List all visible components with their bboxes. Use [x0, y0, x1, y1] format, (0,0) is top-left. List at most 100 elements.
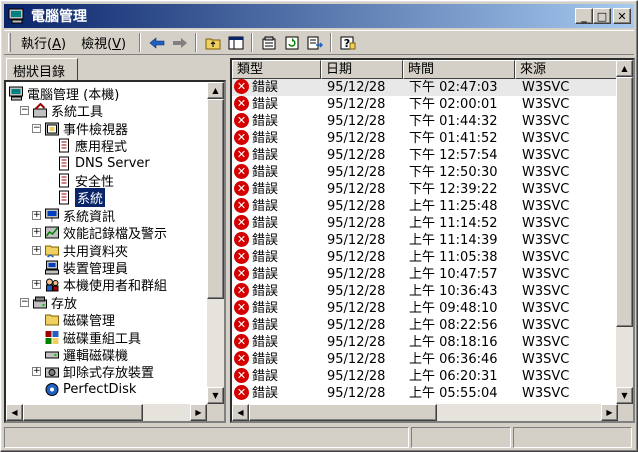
scroll-down-button[interactable]: ▼ — [616, 387, 633, 404]
tree-defragmenter[interactable]: 磁碟重組工具 — [32, 329, 141, 347]
scroll-left-button[interactable]: ◀ — [6, 404, 23, 421]
toolbar-grip[interactable] — [8, 33, 11, 52]
expand-icon[interactable]: + — [32, 367, 41, 377]
tree-logical-drives[interactable]: 邏輯磁碟機 — [32, 346, 128, 364]
table-row[interactable]: ✕ 錯誤 95/12/28 下午 12:57:54 W3SVC — [232, 147, 618, 164]
expand-icon[interactable]: + — [32, 228, 41, 238]
column-header-date[interactable]: 日期 — [321, 60, 403, 79]
tree-system-log[interactable]: 系統 — [44, 188, 106, 208]
tree-application-log[interactable]: 應用程式 — [44, 137, 127, 155]
table-row[interactable]: ✕ 錯誤 95/12/28 上午 10:47:57 W3SVC — [232, 266, 618, 283]
table-row[interactable]: ✕ 錯誤 95/12/28 下午 02:00:01 W3SVC — [232, 96, 618, 113]
table-row[interactable]: ✕ 錯誤 95/12/28 上午 11:14:39 W3SVC — [232, 232, 618, 249]
column-header-type[interactable]: 類型 — [232, 60, 321, 79]
collapse-icon[interactable]: − — [32, 123, 41, 133]
table-row[interactable]: ✕ 錯誤 95/12/28 下午 12:39:22 W3SVC — [232, 181, 618, 198]
table-row[interactable]: ✕ 錯誤 95/12/28 上午 08:22:56 W3SVC — [232, 317, 618, 334]
cell-date: 95/12/28 — [327, 318, 386, 333]
table-row[interactable]: ✕ 錯誤 95/12/28 上午 09:48:10 W3SVC — [232, 300, 618, 317]
minimize-button[interactable]: _ — [575, 8, 593, 24]
refresh-icon — [285, 36, 299, 49]
cell-time: 上午 10:47:57 — [409, 267, 498, 282]
scroll-down-button[interactable]: ▼ — [207, 387, 224, 404]
cell-time: 上午 10:36:43 — [409, 284, 498, 299]
scroll-thumb[interactable] — [249, 404, 437, 421]
tree-security-log[interactable]: 安全性 — [44, 172, 114, 190]
column-header-source[interactable]: 來源 — [515, 60, 618, 79]
tree-dns-server-log[interactable]: DNS Server — [44, 155, 150, 172]
tree-horizontal-scrollbar[interactable]: ◀ ▶ — [6, 404, 207, 421]
folder-icon — [45, 314, 59, 326]
scroll-right-button[interactable]: ▶ — [190, 404, 207, 421]
cell-time: 下午 01:41:52 — [409, 131, 498, 146]
tree-system-tools[interactable]: − 系統工具 — [20, 102, 103, 120]
table-row[interactable]: ✕ 錯誤 95/12/28 下午 02:47:03 W3SVC — [232, 79, 618, 96]
scroll-thumb[interactable] — [616, 77, 633, 327]
scroll-down-icon: ▼ — [621, 391, 628, 400]
cell-source: W3SVC — [522, 301, 570, 316]
device-manager-icon — [45, 260, 59, 275]
table-row[interactable]: ✕ 錯誤 95/12/28 上午 06:20:31 W3SVC — [232, 368, 618, 385]
expand-icon[interactable]: + — [32, 280, 41, 290]
export-list-button[interactable] — [303, 32, 326, 54]
table-row[interactable]: ✕ 錯誤 95/12/28 上午 08:18:16 W3SVC — [232, 334, 618, 351]
column-header-time[interactable]: 時間 — [403, 60, 515, 79]
menu-action[interactable]: 執行(A) — [15, 31, 72, 54]
shared-folder-icon — [45, 245, 59, 258]
computer-management-window: 電腦管理 _ □ ✕ 執行(A) 檢視(V) ? 樹狀目錄 電腦管理 (本機) … — [0, 0, 638, 452]
help-button[interactable]: ? — [336, 32, 359, 54]
table-row[interactable]: ✕ 錯誤 95/12/28 上午 05:55:04 W3SVC — [232, 385, 618, 402]
table-row[interactable]: ✕ 錯誤 95/12/28 上午 10:36:43 W3SVC — [232, 283, 618, 300]
tree-vertical-scrollbar[interactable]: ▲ ▼ — [207, 82, 224, 404]
scroll-thumb[interactable] — [207, 99, 224, 299]
show-hide-tree-button[interactable] — [224, 32, 247, 54]
console-tree[interactable]: 電腦管理 (本機) − 系統工具 − 事件檢視器 應用程式 DNS Server 安全性 系統 +… — [4, 80, 226, 423]
tree-perfectdisk[interactable]: PerfectDisk — [32, 381, 136, 398]
cell-time: 上午 06:20:31 — [409, 369, 498, 384]
forward-button[interactable] — [168, 32, 191, 54]
error-icon: ✕ — [234, 147, 249, 162]
table-row[interactable]: ✕ 錯誤 95/12/28 下午 12:50:30 W3SVC — [232, 164, 618, 181]
cell-time: 上午 06:36:46 — [409, 352, 498, 367]
tree-device-manager[interactable]: 裝置管理員 — [32, 259, 128, 277]
tree-local-users[interactable]: + 本機使用者和群組 — [32, 276, 167, 294]
back-button[interactable] — [145, 32, 168, 54]
table-row[interactable]: ✕ 錯誤 95/12/28 下午 01:44:32 W3SVC — [232, 113, 618, 130]
tree-shared-folders[interactable]: + 共用資料夾 — [32, 242, 128, 260]
tree-performance-logs[interactable]: + 效能記錄檔及警示 — [32, 224, 167, 242]
collapse-icon[interactable]: − — [20, 297, 29, 307]
tree-disk-management[interactable]: 磁碟管理 — [32, 311, 115, 329]
error-icon: ✕ — [234, 113, 249, 128]
tree-item-label: 存放 — [51, 296, 78, 312]
tree-computer-management[interactable]: 電腦管理 (本機) — [8, 85, 119, 103]
scroll-up-button[interactable]: ▲ — [616, 60, 633, 77]
cell-time: 下午 02:00:01 — [409, 97, 498, 112]
table-row[interactable]: ✕ 錯誤 95/12/28 上午 11:05:38 W3SVC — [232, 249, 618, 266]
list-vertical-scrollbar[interactable]: ▲ ▼ — [616, 60, 633, 404]
list-horizontal-scrollbar[interactable]: ◀ ▶ — [232, 404, 618, 421]
scroll-thumb[interactable] — [23, 404, 143, 421]
refresh-button[interactable] — [280, 32, 303, 54]
title-bar[interactable]: 電腦管理 _ □ ✕ — [4, 4, 634, 28]
tree-event-viewer[interactable]: − 事件檢視器 — [32, 120, 128, 138]
up-one-level-button[interactable] — [201, 32, 224, 54]
properties-button[interactable] — [257, 32, 280, 54]
maximize-button[interactable]: □ — [593, 8, 611, 24]
tree-removable-storage[interactable]: + 卸除式存放裝置 — [32, 363, 154, 381]
table-row[interactable]: ✕ 錯誤 95/12/28 下午 01:41:52 W3SVC — [232, 130, 618, 147]
log-icon — [59, 173, 69, 188]
expand-icon[interactable]: + — [32, 210, 41, 220]
scroll-up-button[interactable]: ▲ — [207, 82, 224, 99]
tree-system-info[interactable]: + i 系統資訊 — [32, 207, 115, 225]
tree-storage[interactable]: − 存放 — [20, 294, 78, 312]
scroll-right-button[interactable]: ▶ — [601, 404, 618, 421]
table-row[interactable]: ✕ 錯誤 95/12/28 上午 06:36:46 W3SVC — [232, 351, 618, 368]
expand-icon[interactable]: + — [32, 245, 41, 255]
tree-tab[interactable]: 樹狀目錄 — [6, 58, 78, 80]
collapse-icon[interactable]: − — [20, 106, 29, 116]
close-button[interactable]: ✕ — [613, 8, 631, 24]
scroll-left-button[interactable]: ◀ — [232, 404, 249, 421]
table-row[interactable]: ✕ 錯誤 95/12/28 上午 11:25:48 W3SVC — [232, 198, 618, 215]
menu-view[interactable]: 檢視(V) — [75, 31, 132, 54]
table-row[interactable]: ✕ 錯誤 95/12/28 上午 11:14:52 W3SVC — [232, 215, 618, 232]
